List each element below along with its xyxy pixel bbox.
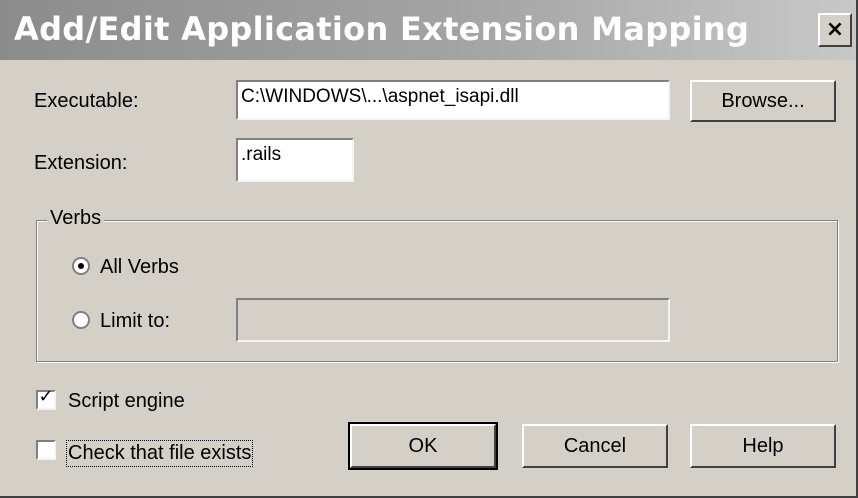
limit-to-field[interactable] xyxy=(236,298,670,342)
radio-selected-dot xyxy=(78,263,84,269)
script-engine-checkbox[interactable]: ✓ xyxy=(36,386,56,410)
dialog-title: Add/Edit Application Extension Mapping xyxy=(14,10,750,48)
check-file-exists-label[interactable]: Check that file exists xyxy=(65,440,254,467)
ok-button[interactable]: OK xyxy=(348,422,498,470)
help-button[interactable]: Help xyxy=(690,424,836,468)
extension-label: Extension: xyxy=(34,152,128,174)
limit-to-radio[interactable] xyxy=(72,311,90,329)
extension-mapping-dialog: Add/Edit Application Extension Mapping ×… xyxy=(0,0,858,498)
executable-field[interactable]: C:\WINDOWS\...\aspnet_isapi.dll xyxy=(236,80,670,120)
cancel-button[interactable]: Cancel xyxy=(522,424,668,468)
check-icon: ✓ xyxy=(38,386,54,407)
executable-label: Executable: xyxy=(34,90,139,112)
close-button[interactable]: × xyxy=(818,13,852,47)
title-bar[interactable]: Add/Edit Application Extension Mapping × xyxy=(0,0,856,60)
limit-to-label[interactable]: Limit to: xyxy=(100,310,170,333)
script-engine-label[interactable]: Script engine xyxy=(68,390,185,413)
browse-button[interactable]: Browse... xyxy=(690,80,836,122)
verbs-group-label: Verbs xyxy=(47,207,105,230)
extension-field[interactable]: .rails xyxy=(236,138,354,182)
check-file-exists-checkbox[interactable] xyxy=(36,440,56,460)
close-icon: × xyxy=(825,17,845,42)
all-verbs-radio[interactable] xyxy=(72,257,90,275)
all-verbs-label[interactable]: All Verbs xyxy=(100,256,179,279)
